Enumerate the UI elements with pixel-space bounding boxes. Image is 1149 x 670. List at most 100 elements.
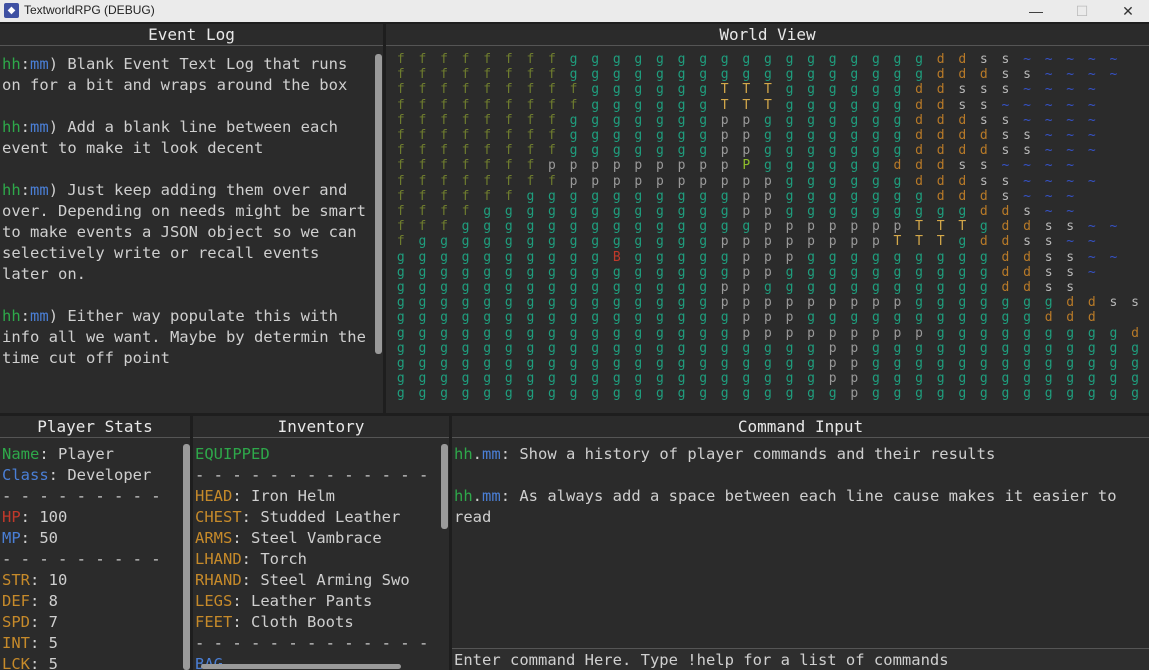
world-tile: g xyxy=(979,264,988,280)
world-tile: g xyxy=(720,249,729,265)
event-text: ) Blank Event Text Log that runs on for … xyxy=(2,55,357,94)
world-tile: f xyxy=(440,82,448,98)
world-tile: g xyxy=(699,310,708,326)
world-tile: g xyxy=(807,128,815,144)
cmd-target: mm xyxy=(482,487,501,505)
world-tile: s xyxy=(1023,128,1031,144)
world-tile: g xyxy=(828,97,837,113)
world-tile: g xyxy=(1044,356,1053,372)
equipped-label: EQUIPPED xyxy=(195,445,270,463)
world-tile: g xyxy=(850,158,859,174)
cmd-text: : Show a history of player commands and … xyxy=(500,445,996,463)
world-tile: ~ xyxy=(1001,158,1010,174)
world-tile: g xyxy=(591,52,600,67)
command-history-entry: hh.mm: Show a history of player commands… xyxy=(454,444,1141,465)
world-tile: g xyxy=(591,97,600,113)
world-tile: g xyxy=(785,97,794,113)
world-row: f f f f f f f f p p p p p p p p p p g g g g g g d d d s s ~ ~ ~ ~ xyxy=(390,174,1145,189)
world-tile: p xyxy=(785,219,794,235)
world-tile: g xyxy=(850,188,859,204)
world-tile: p xyxy=(742,143,751,159)
world-tile: p xyxy=(915,325,923,341)
world-tile: g xyxy=(591,264,600,280)
world-tile: B xyxy=(612,249,621,265)
world-tile: g xyxy=(807,82,815,98)
world-tile: g xyxy=(612,143,621,159)
world-row: ggggggggggggggggggggppgggggggggggggg xyxy=(390,356,1145,371)
command-input[interactable] xyxy=(452,648,1149,670)
slot-item: Iron Helm xyxy=(251,487,335,505)
world-tile: d xyxy=(958,67,967,83)
world-tile: g xyxy=(656,295,664,311)
text-line: ARMS: Steel Vambrace xyxy=(195,528,439,549)
world-tile: g xyxy=(634,249,643,265)
world-tile: g xyxy=(958,280,967,296)
event-text: ) Either way populate this with info all… xyxy=(2,307,376,367)
world-tile: g xyxy=(418,325,427,341)
command-panel: Command Input hh.mm: Show a history of p… xyxy=(452,416,1149,670)
text-line: LCK: 5 xyxy=(2,654,180,670)
world-tile: g xyxy=(634,128,643,144)
text-line: STR: 10 xyxy=(2,570,180,591)
world-tile: ~ xyxy=(1044,158,1053,174)
world-tile: f xyxy=(396,173,405,189)
world-tile: d xyxy=(915,82,923,98)
world-tile: f xyxy=(504,112,513,128)
world-tile: g xyxy=(440,310,448,326)
player-stats-scrollbar[interactable] xyxy=(183,444,190,670)
world-tile: g xyxy=(677,371,686,387)
world-tile: g xyxy=(699,67,708,83)
world-tile: g xyxy=(634,52,643,67)
slot-label: ARMS xyxy=(195,529,233,547)
world-tile: g xyxy=(850,143,859,159)
world-tile: g xyxy=(850,67,859,83)
world-tile: d xyxy=(1023,280,1031,296)
world-map-grid[interactable]: f f f f f f f f g g g g g g g g g g g g g g g g g d d s s ~ ~ ~ ~ ~ f f f f f f… xyxy=(390,52,1145,402)
world-tile: g xyxy=(915,264,923,280)
world-tile: g xyxy=(440,234,448,250)
world-tile: g xyxy=(440,249,448,265)
world-tile: s xyxy=(1044,280,1053,296)
world-tile: ~ xyxy=(1109,219,1118,235)
world-tile: p xyxy=(742,112,751,128)
minimize-button[interactable]: — xyxy=(1013,0,1059,22)
world-row: ggggggggggggggggggggppgggggggggggggg xyxy=(390,341,1145,356)
world-tile: g xyxy=(828,67,837,83)
command-title: Command Input xyxy=(452,416,1149,438)
world-tile: g xyxy=(871,386,880,402)
world-tile: g xyxy=(893,371,902,387)
world-tile: g xyxy=(958,234,967,250)
world-tile: g xyxy=(591,340,600,356)
world-tile: d xyxy=(915,158,923,174)
world-tile: p xyxy=(612,158,621,174)
world-tile: g xyxy=(893,356,902,372)
close-button[interactable]: ✕ xyxy=(1105,0,1149,22)
world-tile: g xyxy=(591,143,600,159)
world-tile: ~ xyxy=(1044,188,1053,204)
text-line: CHEST: Studded Leather xyxy=(195,507,439,528)
inventory-hscrollbar[interactable] xyxy=(201,664,401,669)
cmd-text: : As always add a space between each lin… xyxy=(454,487,1126,526)
world-tile: f xyxy=(504,97,513,113)
world-tile: p xyxy=(569,158,578,174)
event-log-scrollbar[interactable] xyxy=(375,54,382,354)
world-tile: g xyxy=(656,371,664,387)
world-tile: g xyxy=(483,310,492,326)
event-log-title: Event Log xyxy=(0,24,383,46)
world-tile: g xyxy=(1023,310,1031,326)
world-tile: g xyxy=(677,219,686,235)
maximize-button[interactable]: ☐ xyxy=(1059,0,1105,22)
world-tile: d xyxy=(936,112,945,128)
world-tile: p xyxy=(850,340,859,356)
world-tile: d xyxy=(915,112,923,128)
world-tile: g xyxy=(915,67,923,83)
world-tile: g xyxy=(569,219,578,235)
text-line: MP: 50 xyxy=(2,528,180,549)
world-tile: g xyxy=(871,97,880,113)
class-label: Class xyxy=(2,466,49,484)
world-tile: p xyxy=(699,158,708,174)
event-target: mm xyxy=(30,55,49,73)
inventory-scrollbar[interactable] xyxy=(441,444,448,529)
world-row: f f f f f f g g g g g g g g g g p p g g g g g g g d d d s ~ ~ ~ xyxy=(390,189,1145,204)
world-tile: f xyxy=(526,112,535,128)
